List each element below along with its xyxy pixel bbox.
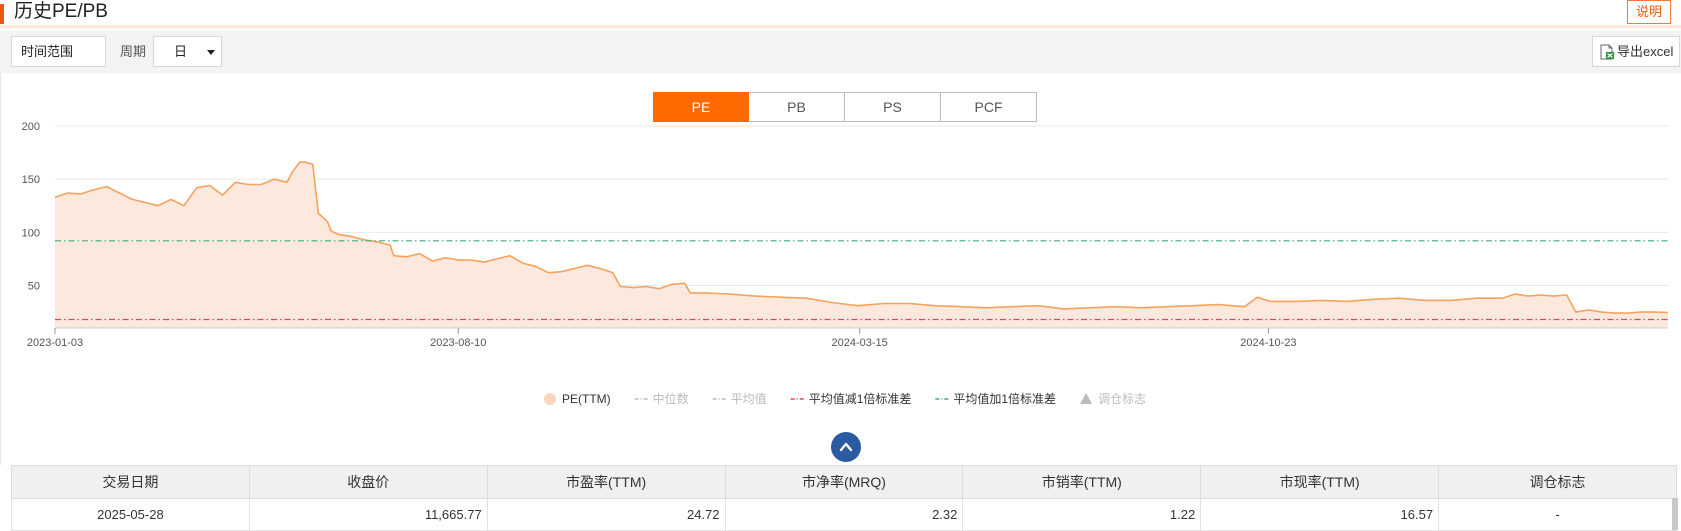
x-tick-label: 2023-08-10 [430, 337, 486, 349]
legend-label: 调仓标志 [1098, 392, 1146, 406]
table-scrollbar[interactable] [1672, 498, 1678, 530]
pe-history-chart: 50 100 150 200 2023-01-03 2023-08-10 2024-03-1… [22, 121, 1669, 406]
table-header-row: 交易日期 收盘价 市盈率(TTM) 市净率(MRQ) 市销率(TTM) 市现率(… [11, 465, 1677, 499]
x-tick-label: 2024-03-15 [832, 337, 888, 349]
legend-marker [1080, 393, 1093, 404]
col-header-pb[interactable]: 市净率(MRQ) [724, 465, 964, 499]
tab-ps[interactable]: PS [845, 92, 941, 122]
legend-label: 平均值减1倍标准差 [809, 391, 912, 406]
cell-pb: 2.32 [724, 498, 964, 531]
col-header-close[interactable]: 收盘价 [248, 465, 488, 499]
x-tick-label: 2023-01-03 [27, 337, 83, 349]
collapse-chart-button[interactable] [831, 432, 861, 462]
cell-date: 2025-05-28 [11, 498, 250, 531]
pe-ttm-area [55, 162, 1668, 328]
y-tick-label: 200 [22, 121, 40, 133]
table-row: 2025-05-28 11,665.77 24.72 2.32 1.22 16.… [11, 498, 1677, 531]
tab-pb[interactable]: PB [749, 92, 845, 122]
history-table: 交易日期 收盘价 市盈率(TTM) 市净率(MRQ) 市销率(TTM) 市现率(… [11, 465, 1677, 531]
y-tick-label: 100 [22, 227, 40, 239]
legend-label: 中位数 [653, 391, 689, 406]
cell-pcf: 16.57 [1200, 498, 1440, 531]
metric-tabs: PE PB PS PCF [653, 92, 1037, 122]
y-tick-label: 150 [22, 174, 40, 186]
legend-label: PE(TTM) [562, 392, 611, 406]
tab-pcf[interactable]: PCF [941, 92, 1037, 122]
cell-rebalance: - [1438, 498, 1677, 531]
cell-ps: 1.22 [962, 498, 1202, 531]
legend-label: 平均值加1倍标准差 [953, 391, 1056, 406]
tab-pe[interactable]: PE [653, 92, 749, 122]
cell-close: 11,665.77 [248, 498, 488, 531]
cell-pe: 24.72 [486, 498, 726, 531]
legend-label: 平均值 [731, 391, 767, 406]
col-header-ps[interactable]: 市销率(TTM) [962, 465, 1202, 499]
col-header-date[interactable]: 交易日期 [11, 465, 250, 499]
x-tick-label: 2024-10-23 [1240, 337, 1296, 349]
legend-marker [544, 393, 556, 405]
col-header-pcf[interactable]: 市现率(TTM) [1200, 465, 1440, 499]
col-header-pe[interactable]: 市盈率(TTM) [486, 465, 726, 499]
y-tick-label: 50 [28, 280, 40, 292]
chevron-up-icon [839, 442, 853, 452]
col-header-rebalance[interactable]: 调仓标志 [1438, 465, 1677, 499]
